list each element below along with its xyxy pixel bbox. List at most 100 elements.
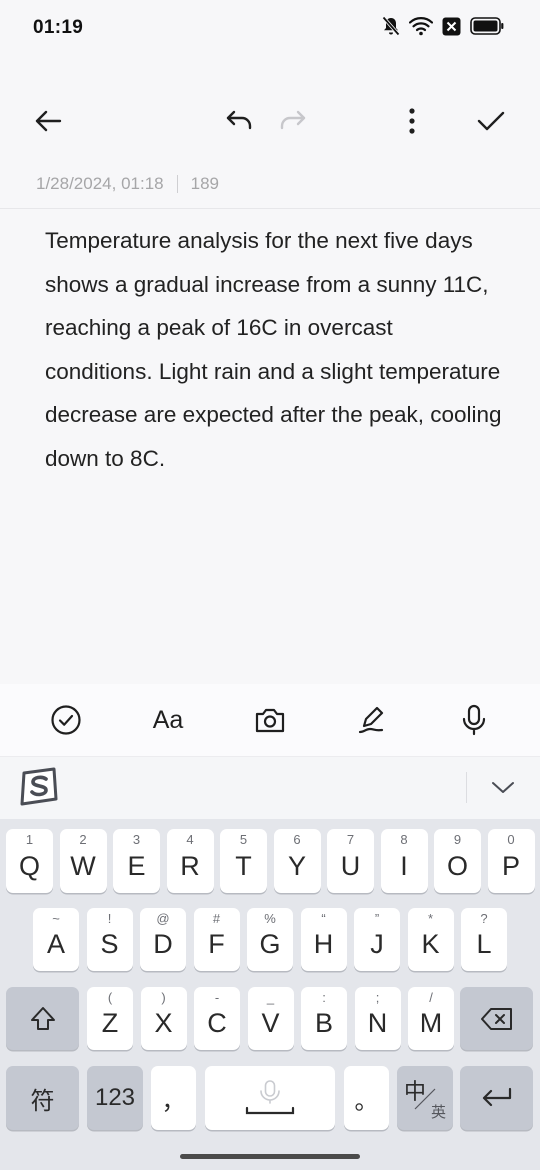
key-b[interactable]: :B bbox=[301, 987, 347, 1050]
handwriting-button[interactable] bbox=[352, 700, 392, 740]
microphone-icon bbox=[462, 704, 486, 736]
key-letter: Q bbox=[18, 850, 40, 881]
key-l[interactable]: ? L bbox=[461, 908, 507, 971]
key-x[interactable]: ) X bbox=[140, 987, 187, 1050]
key-m[interactable]: / M bbox=[408, 987, 454, 1050]
key-y[interactable]: 6Y bbox=[273, 829, 321, 893]
key-letter: F bbox=[208, 929, 225, 959]
space-mic-icon bbox=[245, 1080, 295, 1115]
key-secondary-char: 9 bbox=[453, 832, 462, 847]
meta-separator bbox=[176, 175, 178, 193]
key-o[interactable]: 9O bbox=[434, 829, 481, 893]
key-secondary-char: 4 bbox=[186, 832, 194, 847]
text-style-button[interactable]: Aa bbox=[148, 700, 188, 740]
key-f[interactable]: # F bbox=[193, 908, 240, 971]
key-secondary-char: 6 bbox=[293, 832, 301, 847]
key-i[interactable]: 8I bbox=[380, 829, 428, 893]
sogou-logo-icon[interactable] bbox=[18, 767, 60, 812]
status-time: 01:19 bbox=[33, 17, 84, 38]
status-icons bbox=[382, 16, 504, 36]
camera-button[interactable] bbox=[250, 700, 290, 740]
note-char-count: 189 bbox=[190, 174, 219, 193]
key-z[interactable]: (Z bbox=[87, 987, 133, 1050]
key-secondary-char: ? bbox=[480, 911, 488, 926]
period-key[interactable]: 。 bbox=[344, 1066, 389, 1130]
key-k[interactable]: * K bbox=[407, 908, 454, 971]
key-letter: B bbox=[314, 1008, 333, 1038]
key-h[interactable]: “H bbox=[300, 908, 347, 971]
enter-icon bbox=[482, 1087, 511, 1107]
backspace-key[interactable] bbox=[460, 987, 533, 1050]
key-secondary-char: 8 bbox=[400, 832, 408, 847]
ime-candidate-bar bbox=[0, 757, 540, 819]
key-v[interactable]: _ V bbox=[247, 987, 294, 1050]
key-letter: P bbox=[501, 850, 520, 881]
header-divider bbox=[0, 208, 540, 209]
key-p[interactable]: 0P bbox=[487, 829, 535, 893]
key-letter: W bbox=[70, 850, 96, 881]
numbers-key[interactable]: 123 bbox=[87, 1066, 143, 1130]
key-d[interactable]: @ D bbox=[140, 908, 186, 971]
key-secondary-char: 1 bbox=[25, 832, 34, 847]
note-body-text[interactable]: Temperature analysis for the next five d… bbox=[45, 219, 505, 480]
back-button[interactable] bbox=[28, 101, 68, 141]
voice-input-button[interactable] bbox=[454, 700, 494, 740]
key-letter: H bbox=[313, 929, 334, 959]
no-sim-icon bbox=[442, 17, 461, 35]
key-letter: G bbox=[259, 929, 281, 959]
redo-icon bbox=[280, 110, 306, 130]
key-letter: Y bbox=[287, 850, 306, 881]
redo-button[interactable] bbox=[273, 101, 313, 141]
key-letter: X bbox=[154, 1008, 173, 1038]
key-c[interactable]: -C bbox=[194, 987, 240, 1050]
language-switch-key[interactable]: 中 英 bbox=[397, 1066, 453, 1130]
key-secondary-char: “ bbox=[321, 911, 326, 926]
done-button[interactable] bbox=[471, 101, 511, 141]
key-letter: D bbox=[153, 929, 173, 959]
key-secondary-char: @ bbox=[156, 911, 170, 926]
key-letter: M bbox=[419, 1008, 443, 1038]
shift-key[interactable] bbox=[6, 987, 79, 1050]
key-secondary-char: 7 bbox=[346, 832, 355, 847]
key-w[interactable]: 2W bbox=[59, 829, 107, 893]
key-letter: K bbox=[421, 929, 440, 959]
key-secondary-char: : bbox=[322, 990, 326, 1005]
key-letter: A bbox=[46, 929, 65, 959]
key-secondary-char: - bbox=[214, 990, 220, 1005]
key-s[interactable]: ! S bbox=[86, 908, 133, 971]
key-q[interactable]: 1Q bbox=[6, 829, 53, 893]
more-options-button[interactable] bbox=[392, 101, 432, 141]
editor-toolbar bbox=[0, 96, 540, 146]
key-j[interactable]: ” J bbox=[354, 908, 400, 971]
wifi-icon bbox=[409, 17, 433, 36]
key-letter: V bbox=[261, 1008, 280, 1038]
key-letter: R bbox=[180, 850, 200, 881]
key-secondary-char: % bbox=[264, 911, 276, 926]
key-secondary-char: ! bbox=[107, 911, 112, 926]
key-g[interactable]: % G bbox=[247, 908, 293, 971]
symbols-key[interactable]: 符 bbox=[6, 1066, 79, 1130]
key-a[interactable]: ~ A bbox=[33, 908, 79, 971]
format-bar: Aa bbox=[0, 684, 540, 757]
key-n[interactable]: ; N bbox=[354, 987, 401, 1050]
enter-key[interactable] bbox=[460, 1066, 533, 1130]
key-u[interactable]: 7U bbox=[327, 829, 374, 893]
undo-button[interactable] bbox=[219, 101, 259, 141]
arrow-left-icon bbox=[35, 110, 62, 132]
key-letter: T bbox=[235, 850, 252, 881]
camera-icon bbox=[255, 708, 285, 733]
status-bar: 01:19 bbox=[0, 0, 540, 56]
key-e[interactable]: 3E bbox=[113, 829, 160, 893]
slash-divider-icon bbox=[414, 1088, 436, 1110]
key-secondary-char: ~ bbox=[52, 911, 60, 926]
key-t[interactable]: 5T bbox=[220, 829, 267, 893]
key-letter: C bbox=[207, 1008, 227, 1038]
space-key[interactable] bbox=[205, 1066, 335, 1130]
collapse-keyboard-button[interactable] bbox=[486, 771, 520, 805]
home-indicator[interactable] bbox=[180, 1154, 360, 1159]
key-letter: N bbox=[367, 1008, 388, 1038]
pen-icon bbox=[358, 706, 384, 734]
comma-key[interactable]: ， bbox=[151, 1066, 196, 1130]
checklist-button[interactable] bbox=[46, 700, 86, 740]
key-r[interactable]: 4R bbox=[166, 829, 214, 893]
